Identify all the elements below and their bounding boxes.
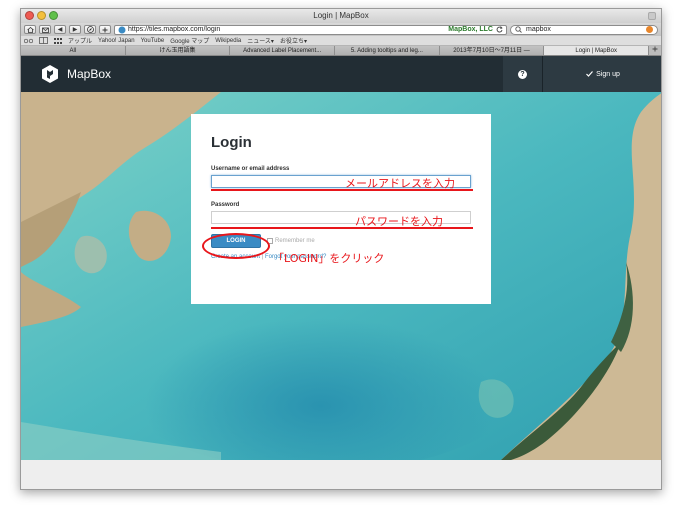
- checkmark-icon: [586, 71, 594, 77]
- email-annotation-underline: [211, 189, 473, 191]
- top-sites-grid-icon[interactable]: [54, 37, 62, 44]
- signup-button[interactable]: Sign up: [543, 56, 661, 92]
- reload-icon[interactable]: [496, 26, 503, 33]
- bookmark-item[interactable]: Google マップ: [170, 36, 209, 45]
- login-annotation: 「LOGIN」をクリック: [273, 252, 385, 265]
- brand-logo[interactable]: MapBox: [40, 64, 111, 84]
- tab-tooltips[interactable]: 5. Adding tooltips and leg...: [335, 46, 440, 55]
- browser-toolbar: ◀ ▶ https://tiles.mapbox.com/login MapBo…: [21, 23, 661, 36]
- url-text: https://tiles.mapbox.com/login: [128, 26, 221, 33]
- zoom-window-button[interactable]: [49, 11, 58, 20]
- back-button[interactable]: ◀: [54, 25, 66, 34]
- bookmark-item[interactable]: Wikipedia: [215, 38, 241, 44]
- close-window-button[interactable]: [25, 11, 34, 20]
- tab-all[interactable]: All: [21, 46, 126, 55]
- minimize-window-button[interactable]: [37, 11, 46, 20]
- safari-icon-button[interactable]: [84, 25, 96, 34]
- plus-icon: [102, 27, 108, 32]
- bookmark-item[interactable]: ニュース▾: [247, 36, 274, 45]
- bookmarks-book-icon[interactable]: [39, 37, 48, 44]
- brand-name: MapBox: [67, 67, 112, 81]
- window-controls: [25, 11, 58, 20]
- tab-label-placement[interactable]: Advanced Label Placement...: [230, 46, 336, 55]
- site-navbar: MapBox ? Sign up: [21, 56, 661, 92]
- snapback-icon[interactable]: [646, 26, 653, 33]
- bookmark-item[interactable]: Yahoo! Japan: [98, 38, 135, 44]
- address-bar[interactable]: https://tiles.mapbox.com/login MapBox, L…: [114, 24, 507, 35]
- browser-window: Login | MapBox ◀ ▶ https://tiles.mapbox.…: [20, 8, 662, 490]
- title-bar: Login | MapBox: [21, 9, 661, 23]
- forward-button[interactable]: ▶: [69, 25, 81, 34]
- bookmark-item[interactable]: お役立ち▾: [280, 36, 307, 45]
- login-annotation-circle: [202, 233, 270, 259]
- mapbox-logo-icon: [42, 65, 58, 83]
- password-label: Password: [211, 202, 240, 208]
- add-bookmark-button[interactable]: [99, 25, 111, 34]
- page-title: Login: [211, 134, 252, 151]
- tab-date-range[interactable]: 2013年7月10日〜7月11日 —: [439, 46, 545, 55]
- password-annotation-underline: [211, 227, 473, 229]
- bookmark-item[interactable]: YouTube: [141, 38, 165, 44]
- username-label: Username or email address: [211, 166, 290, 172]
- bookmark-item[interactable]: アップル: [68, 36, 92, 45]
- certificate-owner[interactable]: MapBox, LLC: [448, 26, 493, 33]
- tab-kendama[interactable]: けん玉用語集: [125, 46, 231, 55]
- reading-list-icon[interactable]: [24, 38, 33, 44]
- compass-icon: [86, 26, 94, 33]
- mail-icon: [41, 27, 49, 33]
- window-title: Login | MapBox: [313, 11, 369, 20]
- remember-me[interactable]: Remember me: [267, 238, 315, 244]
- search-value: mapbox: [526, 26, 551, 33]
- toolbar-toggle-button[interactable]: [648, 12, 656, 20]
- search-field[interactable]: mapbox: [510, 24, 658, 35]
- bookmarks-bar: アップル Yahoo! Japan YouTube Google マップ Wik…: [21, 36, 661, 46]
- help-button[interactable]: ?: [503, 56, 543, 92]
- mail-button[interactable]: [39, 25, 51, 34]
- remember-me-label: Remember me: [275, 238, 315, 244]
- home-icon: [26, 26, 34, 33]
- link-separator: |: [261, 254, 264, 260]
- tab-bar: All けん玉用語集 Advanced Label Placement... 5…: [21, 46, 661, 56]
- help-icon: ?: [518, 69, 527, 79]
- signup-label: Sign up: [596, 70, 620, 78]
- login-card: Login Username or email address Password…: [191, 114, 491, 304]
- home-button[interactable]: [24, 25, 36, 34]
- plus-icon: [652, 46, 658, 52]
- map-background: Login Username or email address Password…: [21, 92, 661, 460]
- new-tab-button[interactable]: [649, 46, 661, 55]
- site-icon: [118, 26, 126, 33]
- tab-login-mapbox[interactable]: Login | MapBox: [544, 46, 650, 55]
- search-icon: [515, 26, 522, 33]
